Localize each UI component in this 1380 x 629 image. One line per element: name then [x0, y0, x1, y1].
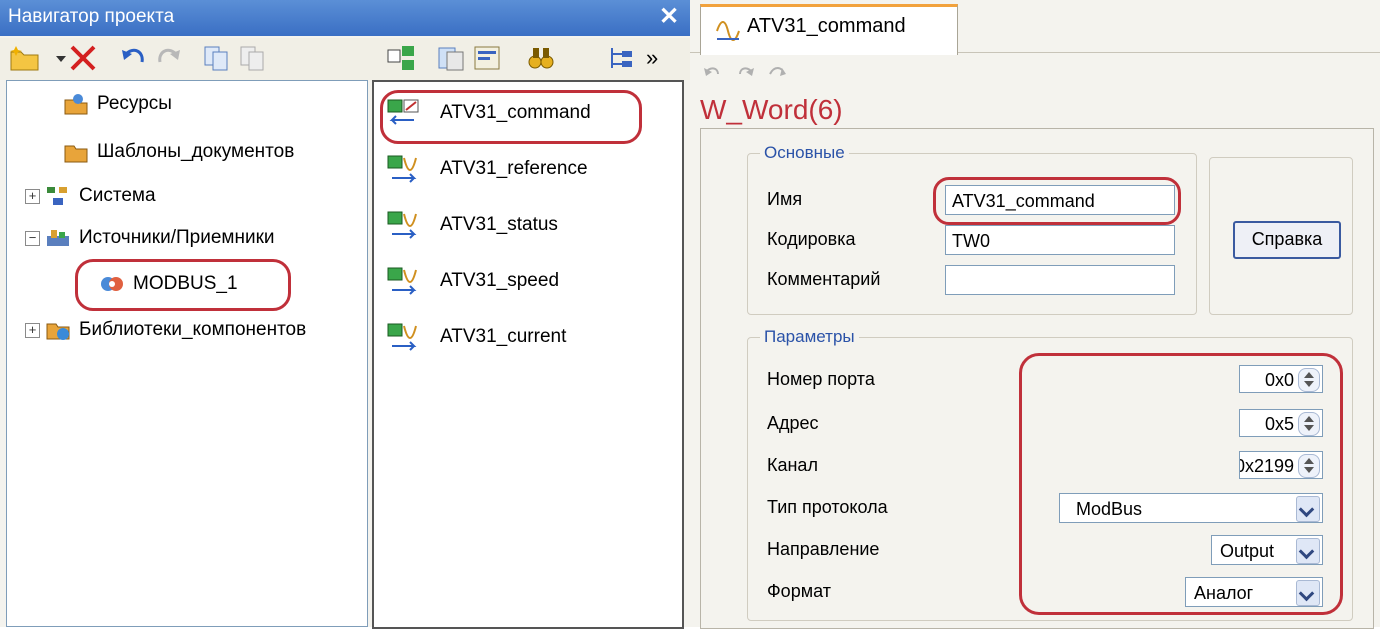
stepper-arrows-icon[interactable] [1298, 368, 1320, 392]
copy-icon[interactable] [200, 42, 234, 74]
resources-icon [63, 92, 89, 116]
direction-label: Направление [767, 539, 880, 559]
undo-icon[interactable] [704, 67, 719, 76]
format-select[interactable]: Аналог [1185, 577, 1323, 607]
parameters-legend: Параметры [764, 327, 855, 346]
chevron-down-icon[interactable] [1296, 580, 1320, 606]
chevron-down-icon[interactable] [1296, 496, 1320, 522]
address-stepper[interactable]: 0x5 [1239, 409, 1323, 437]
undo-icon[interactable] [116, 42, 150, 74]
revert-icon[interactable] [769, 67, 786, 76]
port-label: Номер порта [767, 369, 875, 389]
basic-legend: Основные [764, 143, 845, 162]
signal-variable-icon [386, 322, 420, 352]
navigator-title-bar: Навигатор проекта ✕ [0, 0, 690, 36]
sources-icon [45, 226, 71, 250]
expand-icon[interactable]: + [25, 323, 40, 338]
address-label: Адрес [767, 413, 819, 433]
editor-undo-toolbar [700, 56, 900, 86]
variables-list: ATV31_command ATV31_reference ATV31_stat… [372, 80, 684, 629]
libraries-icon [45, 318, 71, 342]
redo-icon[interactable] [739, 67, 754, 76]
project-tree: Ресурсы Шаблоны_документов + Система − И… [6, 80, 368, 627]
navigator-title: Навигатор проекта [8, 6, 175, 27]
comment-label: Комментарий [767, 269, 881, 289]
name-label: Имя [767, 189, 803, 209]
variable-heading: W_Word(6) [700, 94, 843, 125]
properties-icon[interactable] [470, 42, 504, 74]
highlight-ring [933, 177, 1181, 225]
expand-icon[interactable]: + [25, 189, 40, 204]
protocol-select[interactable]: ModBus [1059, 493, 1323, 523]
signal-icon [715, 17, 741, 43]
signal-variable-icon [386, 210, 420, 240]
encoding-field[interactable]: TW0 [945, 225, 1175, 255]
close-icon[interactable]: ✕ [654, 2, 684, 32]
port-stepper[interactable]: 0x0 [1239, 365, 1323, 393]
signal-variable-icon [386, 266, 420, 296]
format-label: Формат [767, 581, 831, 601]
encoding-label: Кодировка [767, 229, 856, 249]
system-icon [45, 184, 71, 208]
stepper-arrows-icon[interactable] [1298, 454, 1320, 478]
chevron-down-icon[interactable] [1296, 538, 1320, 564]
channel-stepper[interactable]: 0x2199 [1239, 451, 1323, 479]
tab-atv31-command[interactable]: ATV31_command [700, 4, 958, 55]
tree-view-icon[interactable] [604, 42, 638, 74]
delete-icon[interactable] [66, 42, 100, 74]
document-icon[interactable] [434, 42, 468, 74]
protocol-label: Тип протокола [767, 497, 888, 517]
direction-select[interactable]: Output [1211, 535, 1323, 565]
templates-icon [63, 140, 89, 164]
stepper-arrows-icon[interactable] [1298, 412, 1320, 436]
redo-icon[interactable] [152, 42, 186, 74]
command-variable-icon [386, 98, 420, 128]
modbus-icon [99, 272, 125, 296]
collapse-icon[interactable]: − [25, 231, 40, 246]
navigator-toolbar: » [0, 38, 690, 80]
new-folder-icon[interactable] [8, 42, 42, 74]
binoculars-icon[interactable] [524, 42, 558, 74]
dropdown-arrow-icon[interactable] [44, 42, 66, 74]
toolbar-overflow-icon[interactable]: » [646, 42, 680, 74]
paste-icon[interactable] [236, 42, 270, 74]
properties-form: Основные Имя ATV31_command Кодировка TW0… [700, 128, 1374, 629]
variables-icon[interactable] [384, 42, 418, 74]
help-button[interactable]: Справка [1233, 221, 1341, 259]
signal-variable-icon [386, 154, 420, 184]
channel-label: Канал [767, 455, 818, 475]
comment-field[interactable] [945, 265, 1175, 295]
